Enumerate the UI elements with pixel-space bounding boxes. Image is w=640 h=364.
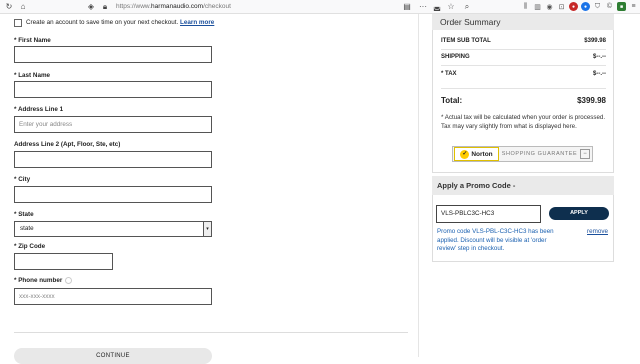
zip-input[interactable] — [14, 253, 113, 270]
norton-guarantee-badge[interactable]: ✓ Norton SHOPPING GUARANTEE − — [452, 146, 593, 162]
phone-input[interactable]: xxx-xxx-xxxx — [14, 288, 212, 305]
tax-note: * Actual tax will be calculated when you… — [441, 114, 606, 130]
reader-view-icon[interactable]: ▤ — [402, 2, 412, 12]
url-path: /checkout — [203, 3, 231, 10]
create-account-checkbox[interactable] — [14, 19, 22, 27]
help-icon[interactable] — [65, 277, 73, 284]
extension-green-icon[interactable]: ■ — [617, 2, 626, 11]
search-icon[interactable]: ⌕ — [462, 2, 472, 12]
summary-row-value: $399.98 — [584, 38, 606, 44]
url-domain: harmanaudio.com — [151, 3, 204, 10]
home-icon[interactable]: ⌂ — [18, 2, 28, 12]
city-input[interactable] — [14, 186, 212, 203]
sidebar-icon[interactable]: ▥ — [533, 2, 542, 11]
total-value: $399.98 — [577, 96, 606, 105]
total-label: Total: — [441, 96, 463, 105]
summary-divider — [441, 49, 606, 50]
close-icon[interactable]: − — [580, 149, 590, 159]
summary-row-tax: * TAX $--.-- — [441, 71, 606, 77]
first-name-input[interactable] — [14, 46, 212, 63]
extension-c-icon[interactable]: © — [605, 2, 614, 11]
address-bar[interactable]: https://www.harmanaudio.com/checkout — [116, 3, 231, 10]
create-account-text: Create an account to save time on your n… — [26, 19, 214, 26]
norton-brand: Norton — [471, 150, 493, 158]
last-name-input[interactable] — [14, 81, 212, 98]
account-icon[interactable]: ◉ — [545, 2, 554, 11]
norton-logo: ✓ Norton — [454, 147, 499, 161]
menu-icon[interactable]: ≡ — [629, 2, 638, 11]
summary-row-label: ITEM SUB TOTAL — [441, 38, 491, 44]
url-prefix: https://www. — [116, 3, 152, 10]
reload-icon[interactable]: ↻ — [4, 2, 14, 12]
shipping-form: Create an account to save time on your n… — [0, 14, 420, 364]
promo-title: Apply a Promo Code - — [432, 176, 614, 195]
summary-divider — [441, 88, 606, 89]
address1-input[interactable]: Enter your address — [14, 116, 212, 133]
bookmark-star-icon[interactable]: ☆ — [446, 2, 456, 12]
learn-more-link[interactable]: Learn more — [180, 19, 214, 26]
checkmark-icon: ✓ — [460, 149, 470, 159]
more-icon[interactable]: ··· — [418, 2, 428, 12]
phone-label-text: * Phone number — [14, 277, 63, 285]
library-icon[interactable]: ⫼ — [521, 2, 530, 11]
promo-code-input[interactable]: VLS-PBLC3C-HC3 — [436, 205, 541, 223]
norton-guarantee-text: SHOPPING GUARANTEE — [501, 151, 578, 157]
summary-row-value: $--.-- — [593, 71, 606, 77]
phone-label: * Phone number — [14, 277, 73, 285]
create-account-label: Create an account to save time on your n… — [26, 19, 179, 26]
zip-label: * Zip Code — [14, 243, 46, 250]
dropdown-arrow-icon[interactable]: ▾ — [203, 222, 211, 236]
browser-toolbar: ↻ ⌂ ◈ 🔒︎ https://www.harmanaudio.com/che… — [0, 0, 640, 14]
summary-row-shipping: SHIPPING $--.-- — [441, 54, 606, 60]
first-name-label: * First Name — [14, 37, 51, 44]
form-divider — [14, 332, 408, 333]
address2-input[interactable] — [14, 151, 212, 168]
column-divider — [418, 14, 419, 357]
extension-blue-icon[interactable]: ● — [581, 2, 590, 11]
address1-label: * Address Line 1 — [14, 106, 64, 113]
state-select[interactable]: state ▾ — [14, 221, 212, 237]
summary-row-label: * TAX — [441, 71, 457, 77]
extension-shield-icon[interactable]: ⛉ — [593, 2, 602, 11]
order-total: Total: $399.98 — [441, 96, 606, 105]
state-label: * State — [14, 211, 34, 218]
address2-label: Address Line 2 (Apt, Floor, Ste, etc) — [14, 141, 121, 148]
lock-icon[interactable]: 🔒︎ — [100, 2, 110, 12]
summary-divider — [441, 65, 606, 66]
pocket-icon[interactable]: ◛ — [432, 2, 442, 12]
remove-promo-link[interactable]: remove — [587, 228, 608, 235]
state-select-value: state — [20, 225, 34, 232]
extension-red-icon[interactable]: ● — [569, 2, 578, 11]
continue-button[interactable]: CONTINUE — [14, 348, 212, 364]
apply-button[interactable]: APPLY — [549, 207, 609, 220]
last-name-label: * Last Name — [14, 72, 51, 79]
summary-row-label: SHIPPING — [441, 54, 470, 60]
city-label: * City — [14, 176, 31, 183]
screenshot-icon[interactable]: ⊡ — [557, 2, 566, 11]
shield-icon[interactable]: ◈ — [86, 2, 96, 12]
summary-row-value: $--.-- — [593, 54, 606, 60]
order-summary-title: Order Summary — [432, 14, 614, 30]
summary-row-subtotal: ITEM SUB TOTAL $399.98 — [441, 38, 606, 44]
promo-success-message: Promo code VLS-PBL-C3C-HC3 has been appl… — [437, 228, 554, 252]
